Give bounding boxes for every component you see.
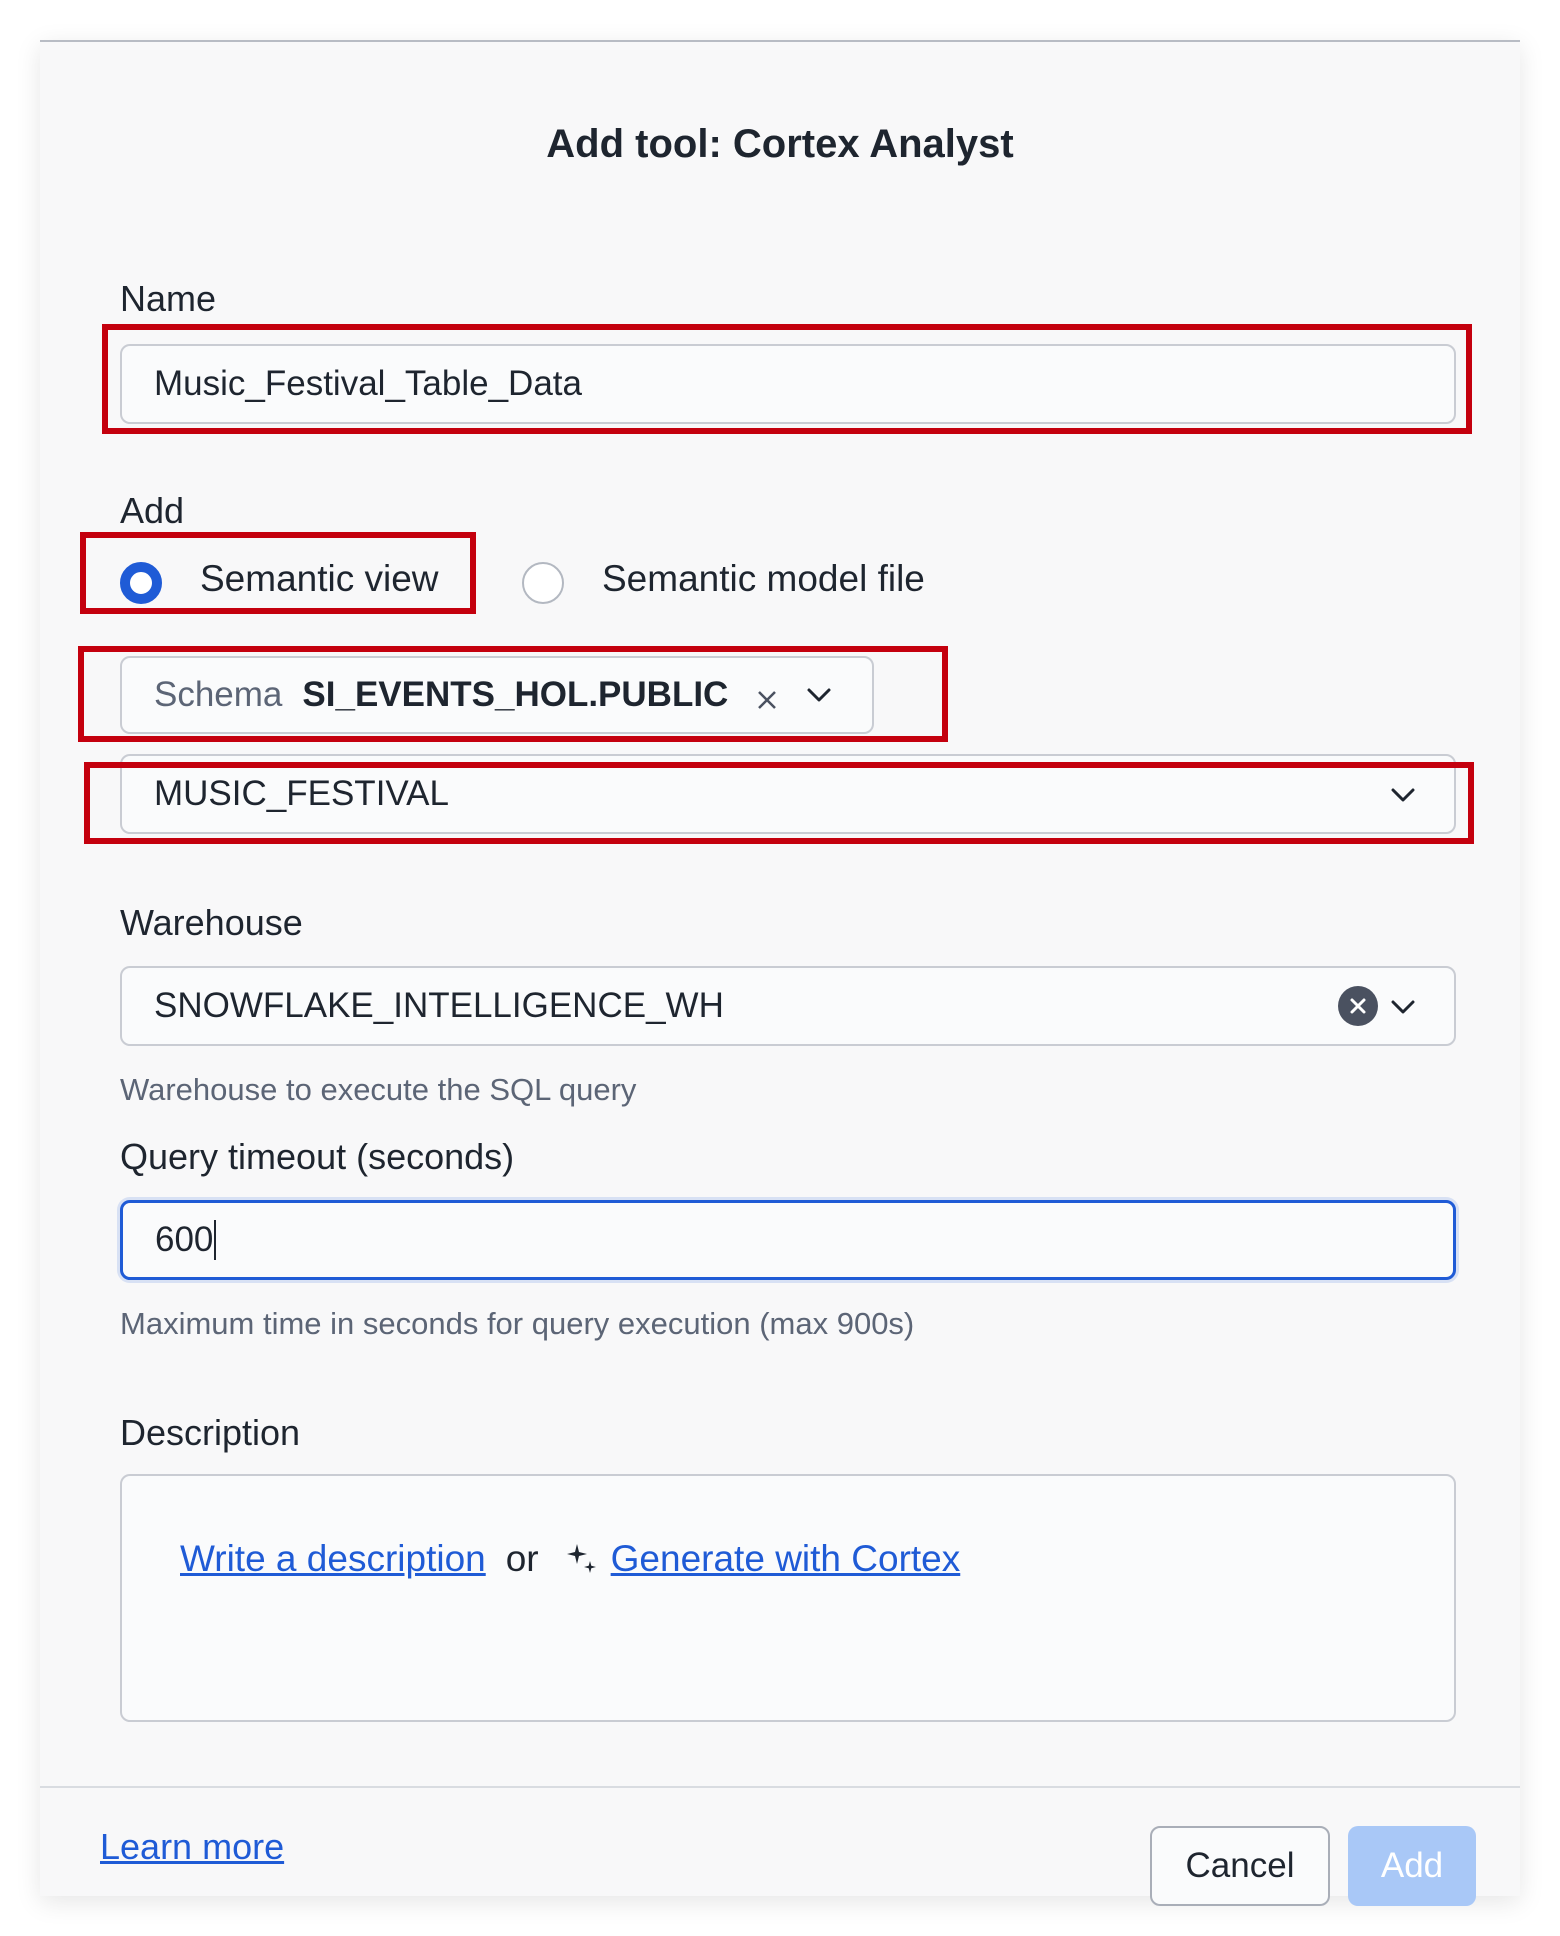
chevron-down-icon[interactable]	[804, 682, 834, 708]
dialog-title: Add tool: Cortex Analyst	[546, 122, 1014, 166]
close-icon[interactable]	[754, 682, 780, 722]
schema-select[interactable]: Schema SI_EVENTS_HOL.PUBLIC	[120, 656, 874, 734]
semantic-view-radio[interactable]	[120, 562, 162, 604]
clear-icon[interactable]	[1338, 986, 1378, 1026]
description-label: Description	[120, 1412, 301, 1453]
schema-prefix: Schema	[154, 675, 283, 714]
warehouse-label: Warehouse	[120, 902, 303, 943]
description-box[interactable]: Write a description or Generate with Cor…	[120, 1474, 1456, 1722]
warehouse-select[interactable]: SNOWFLAKE_INTELLIGENCE_WH	[120, 966, 1456, 1046]
semantic-view-select[interactable]: MUSIC_FESTIVAL	[120, 754, 1456, 834]
semantic-model-file-radio[interactable]	[522, 562, 564, 604]
name-input[interactable]: Music_Festival_Table_Data	[120, 344, 1456, 424]
sparkle-icon	[565, 1542, 599, 1576]
learn-more-link[interactable]: Learn more	[100, 1826, 284, 1868]
query-timeout-input[interactable]: 600	[120, 1200, 1456, 1280]
semantic-view-select-value: MUSIC_FESTIVAL	[154, 774, 449, 813]
warehouse-select-value: SNOWFLAKE_INTELLIGENCE_WH	[154, 986, 724, 1025]
query-timeout-value: 600	[155, 1220, 214, 1259]
query-timeout-hint: Maximum time in seconds for query execut…	[120, 1306, 915, 1341]
semantic-view-radio-label[interactable]: Semantic view	[200, 558, 439, 600]
add-tool-dialog: Add tool: Cortex Analyst Name Music_Fest…	[40, 40, 1520, 1906]
or-text: or	[505, 1538, 539, 1579]
description-actions: Write a description or Generate with Cor…	[180, 1538, 960, 1580]
semantic-model-file-radio-label[interactable]: Semantic model file	[602, 558, 925, 600]
warehouse-hint: Warehouse to execute the SQL query	[120, 1072, 637, 1107]
name-input-value: Music_Festival_Table_Data	[154, 364, 582, 403]
write-description-link[interactable]: Write a description	[180, 1538, 486, 1580]
chevron-down-icon[interactable]	[1388, 994, 1418, 1020]
schema-value: SI_EVENTS_HOL.PUBLIC	[302, 675, 729, 714]
name-label: Name	[120, 278, 217, 319]
generate-with-cortex-link[interactable]: Generate with Cortex	[611, 1538, 961, 1580]
cancel-button[interactable]: Cancel	[1150, 1826, 1330, 1906]
chevron-down-icon[interactable]	[1388, 782, 1418, 808]
footer-divider	[40, 1786, 1520, 1788]
text-caret	[214, 1220, 217, 1260]
add-label: Add	[120, 490, 185, 531]
query-timeout-label: Query timeout (seconds)	[120, 1136, 515, 1177]
add-button[interactable]: Add	[1348, 1826, 1476, 1906]
